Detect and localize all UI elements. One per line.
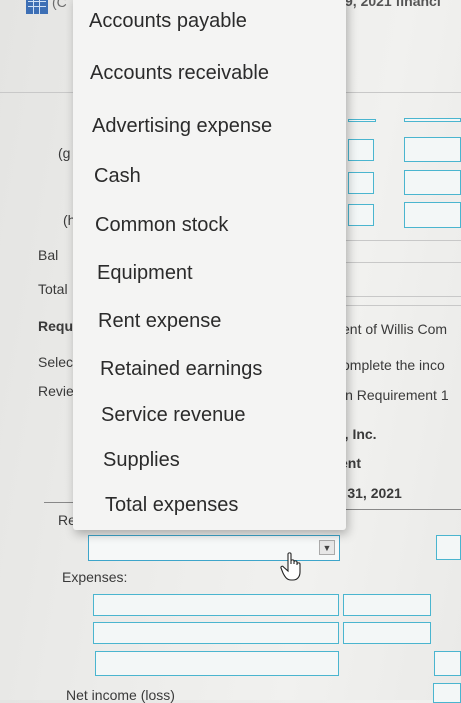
amount-field[interactable] (404, 202, 461, 228)
spreadsheet-icon (26, 0, 48, 14)
amount-field[interactable] (404, 170, 461, 195)
expense-account-select[interactable] (93, 622, 339, 644)
account-dropdown-menu: Accounts payable Accounts receivable Adv… (73, 0, 346, 530)
header-paren-fragment: (C (52, 0, 67, 10)
expense-account-select[interactable] (93, 594, 339, 616)
total-label: Total (38, 281, 68, 297)
net-income-field[interactable] (433, 683, 461, 703)
requirement-text-line3: in Requirement 1 (342, 387, 449, 403)
dropdown-option-accounts-payable[interactable]: Accounts payable (89, 10, 247, 33)
expense-amount-field[interactable] (343, 594, 431, 616)
divider (340, 509, 461, 510)
dropdown-option-service-revenue[interactable]: Service revenue (101, 404, 246, 427)
divider (346, 262, 461, 263)
dropdown-option-common-stock[interactable]: Common stock (95, 214, 228, 237)
requirement-text-line2: omplete the inco (342, 357, 445, 373)
total-expenses-field[interactable] (95, 651, 339, 676)
statement-date: r 31, 2021 (338, 485, 402, 501)
net-income-label: Net income (loss) (66, 687, 175, 703)
select-instruction-label: Select (38, 354, 77, 370)
amount-field[interactable] (436, 535, 461, 560)
amount-field[interactable] (434, 651, 461, 676)
amount-field[interactable] (348, 172, 374, 194)
divider (346, 305, 461, 306)
amount-field[interactable] (348, 139, 374, 161)
dropdown-option-accounts-receivable[interactable]: Accounts receivable (90, 62, 269, 85)
requirement-text-line1: ent of Willis Com (342, 321, 448, 337)
amount-field[interactable] (404, 118, 461, 122)
expenses-label: Expenses: (62, 569, 128, 585)
divider (346, 240, 461, 241)
divider (346, 92, 461, 93)
requirement-label: Requi (38, 318, 77, 334)
dropdown-option-rent-expense[interactable]: Rent expense (98, 310, 221, 333)
amount-field[interactable] (404, 137, 461, 162)
balance-label: Bal (38, 247, 59, 263)
row-g-label: (g (58, 145, 71, 161)
dropdown-option-cash[interactable]: Cash (94, 165, 141, 188)
dropdown-option-advertising-expense[interactable]: Advertising expense (92, 115, 272, 138)
chevron-down-icon[interactable]: ▼ (319, 540, 335, 555)
dropdown-option-total-expenses[interactable]: Total expenses (105, 494, 238, 517)
dropdown-option-supplies[interactable]: Supplies (103, 449, 180, 472)
hand-pointer-icon (280, 552, 301, 581)
dropdown-option-equipment[interactable]: Equipment (97, 262, 193, 285)
amount-field[interactable] (348, 204, 374, 226)
expense-amount-field[interactable] (343, 622, 431, 644)
divider (0, 92, 80, 93)
amount-field[interactable] (348, 119, 376, 122)
divider (346, 296, 461, 297)
dropdown-option-retained-earnings[interactable]: Retained earnings (100, 358, 262, 381)
header-title-fragment: 9, 2021 financi (345, 0, 441, 9)
